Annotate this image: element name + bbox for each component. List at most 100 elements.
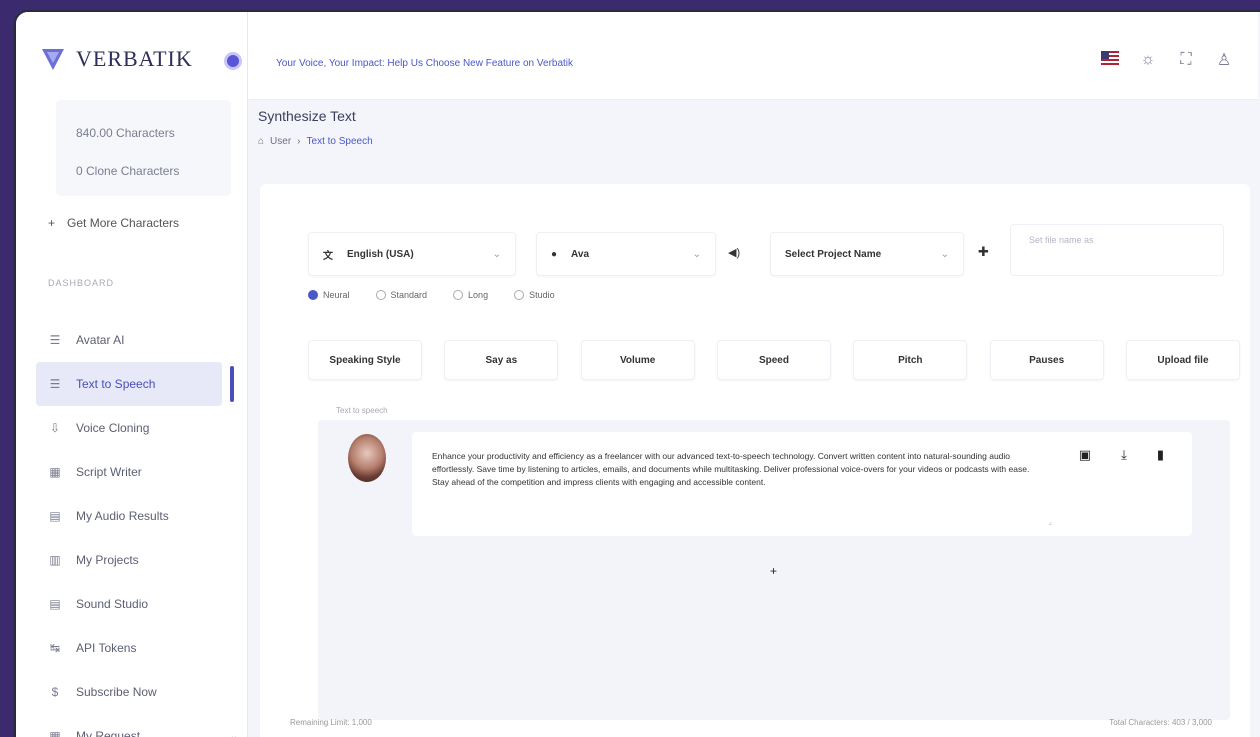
engine-radio-group: Neural Standard Long Studio xyxy=(308,290,555,300)
mic-icon: ⇩ xyxy=(49,421,61,435)
sidebar-item-api-tokens[interactable]: ↹ API Tokens xyxy=(36,626,248,670)
character-balance: 840.00 Characters 0 Clone Characters xyxy=(56,100,231,196)
voice-select[interactable]: ● Ava ⌄ xyxy=(536,232,716,276)
chevron-down-icon: ⌄ xyxy=(229,730,238,737)
engine-radio-neural[interactable]: Neural xyxy=(308,290,350,300)
home-icon: ⌂ xyxy=(258,136,265,147)
editor-label: Text to speech xyxy=(336,406,388,415)
logo[interactable]: VERBATIK xyxy=(40,46,193,72)
get-more-characters-link[interactable]: + Get More Characters xyxy=(48,216,179,230)
radio-label: Standard xyxy=(390,290,428,300)
user-avatar-icon[interactable]: ♙ xyxy=(1214,50,1234,70)
breadcrumb: ⌂ User › Text to Speech xyxy=(258,136,373,147)
sidebar-item-script-writer[interactable]: ▦ Script Writer xyxy=(36,450,248,494)
text-block-actions: ▣ ⤓ ▮ xyxy=(1079,448,1164,461)
speaker-avatar[interactable] xyxy=(348,434,386,482)
synthesis-card: 文 English (USA) ⌄ ● Ava ⌄ ◀︎) Select Pro… xyxy=(260,184,1250,737)
topbar: Your Voice, Your Impact: Help Us Choose … xyxy=(248,12,1258,100)
sidebar-item-my-request[interactable]: ▦ My Request ⌄ xyxy=(36,714,248,737)
param-button-pitch[interactable]: Pitch xyxy=(853,340,968,380)
breadcrumb-separator: › xyxy=(297,136,301,147)
radio-label: Long xyxy=(468,290,489,300)
sidebar-item-label: My Projects xyxy=(76,553,139,567)
param-button-speed[interactable]: Speed xyxy=(716,340,831,380)
audio-icon: ▤ xyxy=(49,509,61,523)
sidebar-item-voice-cloning[interactable]: ⇩ Voice Cloning xyxy=(36,406,248,450)
engine-radio-studio[interactable]: Studio xyxy=(514,290,555,300)
chevron-down-icon: ⌄ xyxy=(492,248,501,260)
sidebar-section-label: DASHBOARD xyxy=(48,278,115,288)
studio-icon: ▤ xyxy=(49,597,61,611)
logo-icon xyxy=(42,49,64,70)
topbar-actions: ☼ ⛶ ♙ xyxy=(1100,50,1234,70)
radio-dot xyxy=(308,290,318,300)
voice-value: Ava xyxy=(571,248,590,260)
engine-radio-standard[interactable]: Standard xyxy=(375,290,428,300)
text-block[interactable]: Enhance your productivity and efficiency… xyxy=(412,432,1192,536)
sidebar-item-label: Subscribe Now xyxy=(76,685,157,699)
play-voice-icon[interactable]: ◀︎) xyxy=(728,246,740,259)
sidebar-item-subscribe-now[interactable]: $ Subscribe Now xyxy=(36,670,248,714)
dollar-icon: $ xyxy=(51,685,59,699)
editor-area: Enhance your productivity and efficiency… xyxy=(318,420,1230,720)
chevron-down-icon: ⌄ xyxy=(940,248,949,260)
language-icon: 文 xyxy=(323,250,333,262)
language-value: English (USA) xyxy=(347,248,414,260)
sidebar-item-label: Script Writer xyxy=(76,465,142,479)
breadcrumb-user[interactable]: User xyxy=(270,136,291,147)
sidebar-item-label: API Tokens xyxy=(76,641,137,655)
brand-name: VERBATIK xyxy=(76,46,193,71)
text-block-content[interactable]: Enhance your productivity and efficiency… xyxy=(432,450,1042,489)
sidebar-item-avatar-ai[interactable]: ☰ Avatar AI xyxy=(36,318,248,362)
radio-label: Neural xyxy=(323,290,350,300)
breadcrumb-current: Text to Speech xyxy=(306,136,373,147)
fullscreen-icon[interactable]: ⛶ xyxy=(1176,51,1196,69)
file-name-input[interactable]: Set file name as xyxy=(1010,224,1224,276)
character-count: 840.00 Characters xyxy=(76,126,175,140)
remaining-limit: Remaining Limit: 1,000 xyxy=(290,718,372,727)
project-select[interactable]: Select Project Name ⌄ xyxy=(770,232,964,276)
pen-icon: ▦ xyxy=(49,465,61,479)
radio-label: Studio xyxy=(529,290,555,300)
folder-icon: ▥ xyxy=(49,553,61,567)
sidebar: VERBATIK 840.00 Characters 0 Clone Chara… xyxy=(16,12,248,737)
add-project-icon[interactable]: ✚ xyxy=(978,244,989,260)
sidebar-item-label: Voice Cloning xyxy=(76,421,150,435)
delete-icon[interactable]: ▮ xyxy=(1157,448,1164,461)
flag-icon[interactable] xyxy=(1100,50,1120,70)
get-more-label: Get More Characters xyxy=(67,216,180,230)
sidebar-item-my-projects[interactable]: ▥ My Projects xyxy=(36,538,248,582)
language-select[interactable]: 文 English (USA) ⌄ xyxy=(308,232,516,276)
engine-radio-long[interactable]: Long xyxy=(453,290,488,300)
param-button-upload-file[interactable]: Upload file xyxy=(1125,340,1240,380)
key-icon: ↹ xyxy=(49,641,61,655)
download-icon[interactable]: ⤓ xyxy=(1121,448,1127,461)
param-button-pauses[interactable]: Pauses xyxy=(989,340,1104,380)
voice-avatar-icon: ● xyxy=(551,248,558,260)
sidebar-item-text-to-speech[interactable]: ☰ Text to Speech xyxy=(36,362,234,406)
sidebar-item-label: My Request xyxy=(76,729,141,737)
request-icon: ▦ xyxy=(49,729,61,737)
sidebar-item-label: Avatar AI xyxy=(76,333,125,347)
collapse-toggle-icon[interactable] xyxy=(224,52,242,70)
announcement-link[interactable]: Your Voice, Your Impact: Help Us Choose … xyxy=(276,58,573,69)
sidebar-item-sound-studio[interactable]: ▤ Sound Studio xyxy=(36,582,248,626)
plus-icon: + xyxy=(48,216,56,230)
sidebar-item-my-audio-results[interactable]: ▤ My Audio Results xyxy=(36,494,248,538)
param-button-volume[interactable]: Volume xyxy=(580,340,695,380)
app-frame: VERBATIK 840.00 Characters 0 Clone Chara… xyxy=(14,10,1260,737)
radio-dot xyxy=(514,290,525,300)
robot-icon: ☰ xyxy=(49,333,61,347)
sidebar-nav: ☰ Avatar AI ☰ Text to Speech ⇩ Voice Cloning ▦… xyxy=(36,318,248,737)
radio-dot xyxy=(375,290,386,300)
sidebar-item-label: Text to Speech xyxy=(76,377,156,391)
resize-handle-icon[interactable]: ⌟ xyxy=(1048,515,1052,528)
add-block-button[interactable]: + xyxy=(770,564,777,578)
param-button-speaking-style[interactable]: Speaking Style xyxy=(308,340,422,380)
param-button-say-as[interactable]: Say as xyxy=(444,340,559,380)
total-characters: Total Characters: 403 / 3,000 xyxy=(1109,718,1212,727)
text-icon: ☰ xyxy=(49,377,61,391)
sidebar-item-label: My Audio Results xyxy=(76,509,169,523)
settings-icon[interactable]: ▣ xyxy=(1079,448,1091,461)
theme-toggle-icon[interactable]: ☼ xyxy=(1138,51,1158,69)
